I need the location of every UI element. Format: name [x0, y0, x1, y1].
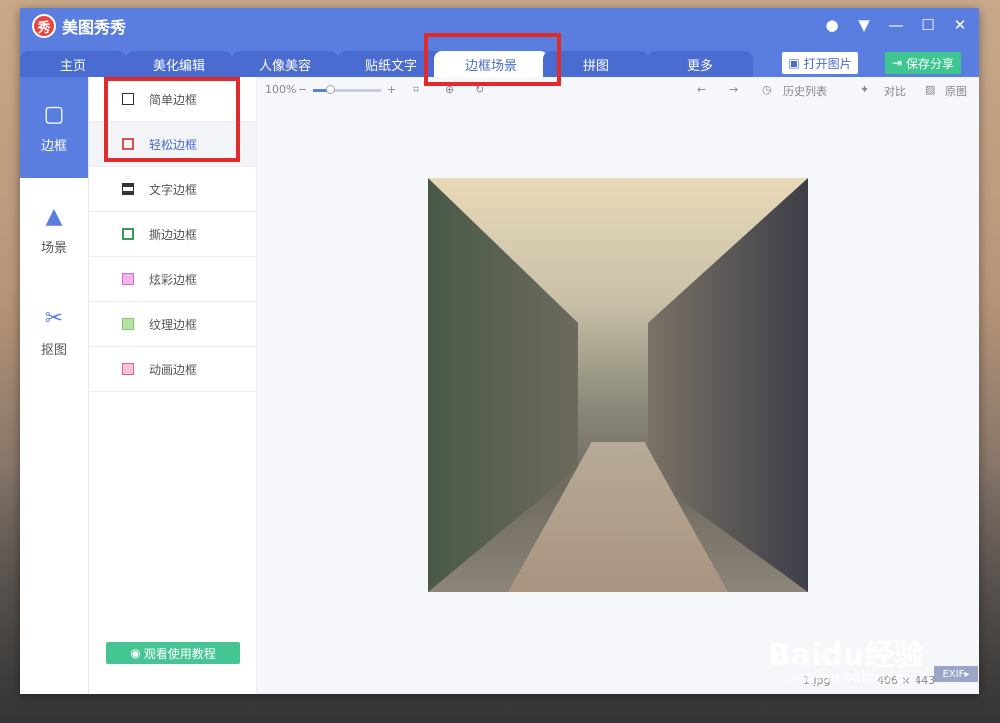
colorful-frame-icon	[122, 273, 134, 285]
image-icon: ▣	[788, 56, 800, 70]
torn-frame-icon	[122, 228, 134, 240]
nav-scene[interactable]: ▲ 场景	[20, 179, 88, 280]
minimize-icon[interactable]: —	[887, 16, 905, 34]
menu-dropdown-icon[interactable]: ▼	[855, 16, 873, 34]
canvas-area: 100% − + ⌗ ⊕ ↻ ← → ◷ 历史列表 ✦ 对比 ▨ 原图 1.jp…	[257, 77, 979, 694]
app-logo: 秀 美图秀秀	[32, 14, 126, 38]
frame-colorful[interactable]: 炫彩边框	[89, 257, 256, 302]
mountain-icon: ▲	[45, 203, 63, 229]
annotation-highlight-frames	[104, 77, 240, 162]
tab-home[interactable]: 主页	[20, 51, 126, 77]
nav-cutout[interactable]: ✂ 抠图	[20, 281, 88, 382]
open-image-button[interactable]: ▣ 打开图片	[782, 52, 858, 74]
left-nav: ▢ 边框 ▲ 场景 ✂ 抠图	[20, 77, 89, 694]
exif-button[interactable]: EXIF ▸	[934, 666, 978, 682]
close-icon[interactable]: ✕	[951, 16, 969, 34]
history-list-button[interactable]: 历史列表	[783, 83, 827, 99]
frame-type-list: 简单边框 轻松边框 文字边框 撕边边框 炫彩边框 纹理边框 动画边框	[89, 77, 257, 694]
eye-icon: ◉	[130, 646, 141, 660]
redo-icon[interactable]: →	[729, 83, 738, 96]
tab-beautify[interactable]: 美化编辑	[126, 51, 232, 77]
animated-frame-icon	[122, 363, 134, 375]
canvas-toolbar: 100% − + ⌗ ⊕ ↻ ← → ◷ 历史列表 ✦ 对比 ▨ 原图	[257, 77, 979, 103]
annotation-highlight-tab	[424, 33, 561, 86]
zoom-level: 100%	[265, 83, 297, 96]
zoom-out-icon[interactable]: −	[298, 83, 307, 96]
texture-frame-icon	[122, 318, 134, 330]
frame-text[interactable]: 文字边框	[89, 167, 256, 212]
maximize-icon[interactable]: ☐	[919, 16, 937, 34]
frame-torn[interactable]: 撕边边框	[89, 212, 256, 257]
chat-icon[interactable]: ●	[823, 16, 841, 34]
save-share-button[interactable]: ⇥ 保存分享	[885, 52, 961, 74]
zoom-slider[interactable]	[313, 85, 381, 94]
app-title: 美图秀秀	[62, 18, 127, 37]
frame-icon: ▢	[43, 101, 65, 127]
logo-icon: 秀	[32, 14, 56, 38]
dropdown-icon: ▸	[964, 668, 970, 680]
compare-icon[interactable]: ✦	[860, 83, 869, 96]
text-frame-icon	[122, 183, 134, 195]
watch-tutorial-button[interactable]: ◉ 观看使用教程	[106, 642, 240, 664]
baidu-watermark: Baidu经验 jingyan.baidu.com	[768, 638, 925, 686]
tab-portrait[interactable]: 人像美容	[232, 51, 338, 77]
edited-photo	[428, 178, 808, 592]
history-icon[interactable]: ◷	[762, 83, 772, 96]
compare-button[interactable]: 对比	[884, 83, 906, 99]
crop-icon[interactable]: ⌗	[413, 83, 419, 97]
original-icon[interactable]: ▨	[925, 83, 935, 96]
scissors-icon: ✂	[44, 305, 64, 331]
zoom-in-icon[interactable]: +	[387, 83, 396, 96]
share-icon: ⇥	[891, 56, 903, 70]
original-button[interactable]: 原图	[945, 83, 967, 99]
undo-icon[interactable]: ←	[697, 83, 706, 96]
nav-frame[interactable]: ▢ 边框	[20, 77, 88, 178]
frame-texture[interactable]: 纹理边框	[89, 302, 256, 347]
tab-more[interactable]: 更多	[647, 51, 753, 77]
zoom-slider-handle[interactable]	[326, 85, 335, 94]
frame-animated[interactable]: 动画边框	[89, 347, 256, 392]
window-controls: ● ▼ — ☐ ✕	[823, 16, 969, 34]
